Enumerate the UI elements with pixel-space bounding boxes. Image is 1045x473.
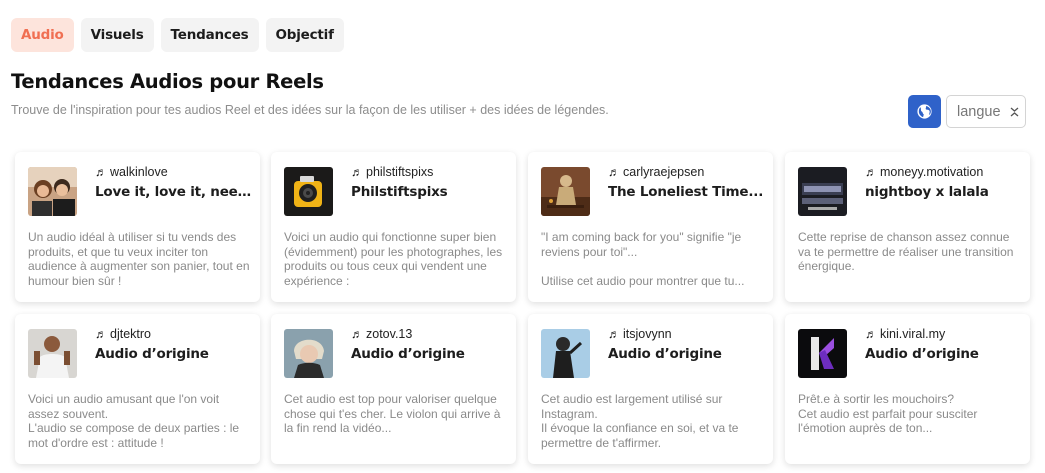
- music-note-icon: ♬: [95, 327, 107, 341]
- audio-title: nightboy x lalala: [865, 184, 989, 200]
- language-select-value: langue: [957, 103, 1001, 120]
- globe-icon: [917, 104, 932, 119]
- audio-handle-text: walkinlove: [110, 165, 168, 179]
- audio-thumbnail: [28, 329, 77, 378]
- audio-title: Audio d’origine: [95, 346, 209, 362]
- audio-description: Cet audio est largement utilisé sur Inst…: [541, 392, 739, 450]
- audio-title: Love it, love it, need...: [95, 184, 253, 200]
- audio-card[interactable]: ♬ kini.viral.my Audio d’origine Prêt.e à…: [785, 314, 1030, 464]
- chevron-down-icon: [1010, 107, 1019, 117]
- page-subtitle: Trouve de l'inspiration pour tes audios …: [11, 103, 609, 117]
- audio-card[interactable]: ♬ djtektro Audio d’origine Voici un audi…: [15, 314, 260, 464]
- audio-card[interactable]: ♬ zotov.13 Audio d’origine Cet audio est…: [271, 314, 516, 464]
- audio-thumbnail: [541, 167, 590, 216]
- audio-handle-text: carlyraejepsen: [623, 165, 705, 179]
- music-note-icon: ♬: [95, 165, 107, 179]
- audio-handle-text: philstiftspixs: [366, 165, 434, 179]
- audio-title: Philstiftspixs: [351, 184, 448, 200]
- tab-tendances[interactable]: Tendances: [160, 18, 259, 52]
- language-select[interactable]: langue: [946, 95, 1026, 128]
- audio-description: Prêt.e à sortir les mouchoirs? Cet audio…: [798, 392, 978, 436]
- music-note-icon: ♬: [865, 327, 877, 341]
- tab-audio[interactable]: Audio: [11, 18, 74, 52]
- audio-handle: ♬ djtektro: [95, 327, 151, 341]
- audio-title: The Loneliest Time...: [608, 184, 764, 200]
- audio-handle: ♬ kini.viral.my: [865, 327, 945, 341]
- audio-card[interactable]: ♬ philstiftspixs Philstiftspixs Voici un…: [271, 152, 516, 302]
- audio-handle: ♬ itsjovynn: [608, 327, 672, 341]
- audio-description: Voici un audio amusant que l'on voit ass…: [28, 392, 240, 450]
- audio-handle: ♬ philstiftspixs: [351, 165, 433, 179]
- audio-thumbnail: [284, 167, 333, 216]
- audio-thumbnail: [28, 167, 77, 216]
- tab-objectif[interactable]: Objectif: [265, 18, 344, 52]
- audio-handle: ♬ carlyraejepsen: [608, 165, 704, 179]
- audio-handle: ♬ walkinlove: [95, 165, 168, 179]
- audio-description: "I am coming back for you" signifie "je …: [541, 230, 745, 288]
- audio-thumbnail: [798, 167, 847, 216]
- music-note-icon: ♬: [351, 165, 363, 179]
- audio-description: Voici un audio qui fonctionne super bien…: [284, 230, 503, 288]
- audio-title: Audio d’origine: [608, 346, 722, 362]
- audio-thumbnail: [798, 329, 847, 378]
- page-title: Tendances Audios pour Reels: [11, 70, 324, 93]
- audio-description: Un audio idéal à utiliser si tu vends de…: [28, 230, 250, 288]
- audio-handle-text: moneyy.motivation: [880, 165, 984, 179]
- audio-handle: ♬ zotov.13: [351, 327, 412, 341]
- audio-card[interactable]: ♬ walkinlove Love it, love it, need... U…: [15, 152, 260, 302]
- audio-thumbnail: [284, 329, 333, 378]
- audio-handle-text: itsjovynn: [623, 327, 672, 341]
- language-globe-button[interactable]: [908, 95, 941, 128]
- audio-title: Audio d’origine: [865, 346, 979, 362]
- audio-handle: ♬ moneyy.motivation: [865, 165, 983, 179]
- audio-card[interactable]: ♬ moneyy.motivation nightboy x lalala Ce…: [785, 152, 1030, 302]
- audio-card[interactable]: ♬ carlyraejepsen The Loneliest Time... "…: [528, 152, 773, 302]
- audio-handle-text: zotov.13: [366, 327, 413, 341]
- audio-title: Audio d’origine: [351, 346, 465, 362]
- audio-description: Cette reprise de chanson assez connue va…: [798, 230, 1014, 274]
- music-note-icon: ♬: [608, 327, 620, 341]
- tab-bar: Audio Visuels Tendances Objectif: [11, 18, 344, 52]
- music-note-icon: ♬: [608, 165, 620, 179]
- audio-thumbnail: [541, 329, 590, 378]
- music-note-icon: ♬: [865, 165, 877, 179]
- tab-visuels[interactable]: Visuels: [80, 18, 154, 52]
- audio-card[interactable]: ♬ itsjovynn Audio d’origine Cet audio es…: [528, 314, 773, 464]
- audio-handle-text: kini.viral.my: [880, 327, 946, 341]
- audio-description: Cet audio est top pour valoriser quelque…: [284, 392, 501, 436]
- audio-handle-text: djtektro: [110, 327, 151, 341]
- music-note-icon: ♬: [351, 327, 363, 341]
